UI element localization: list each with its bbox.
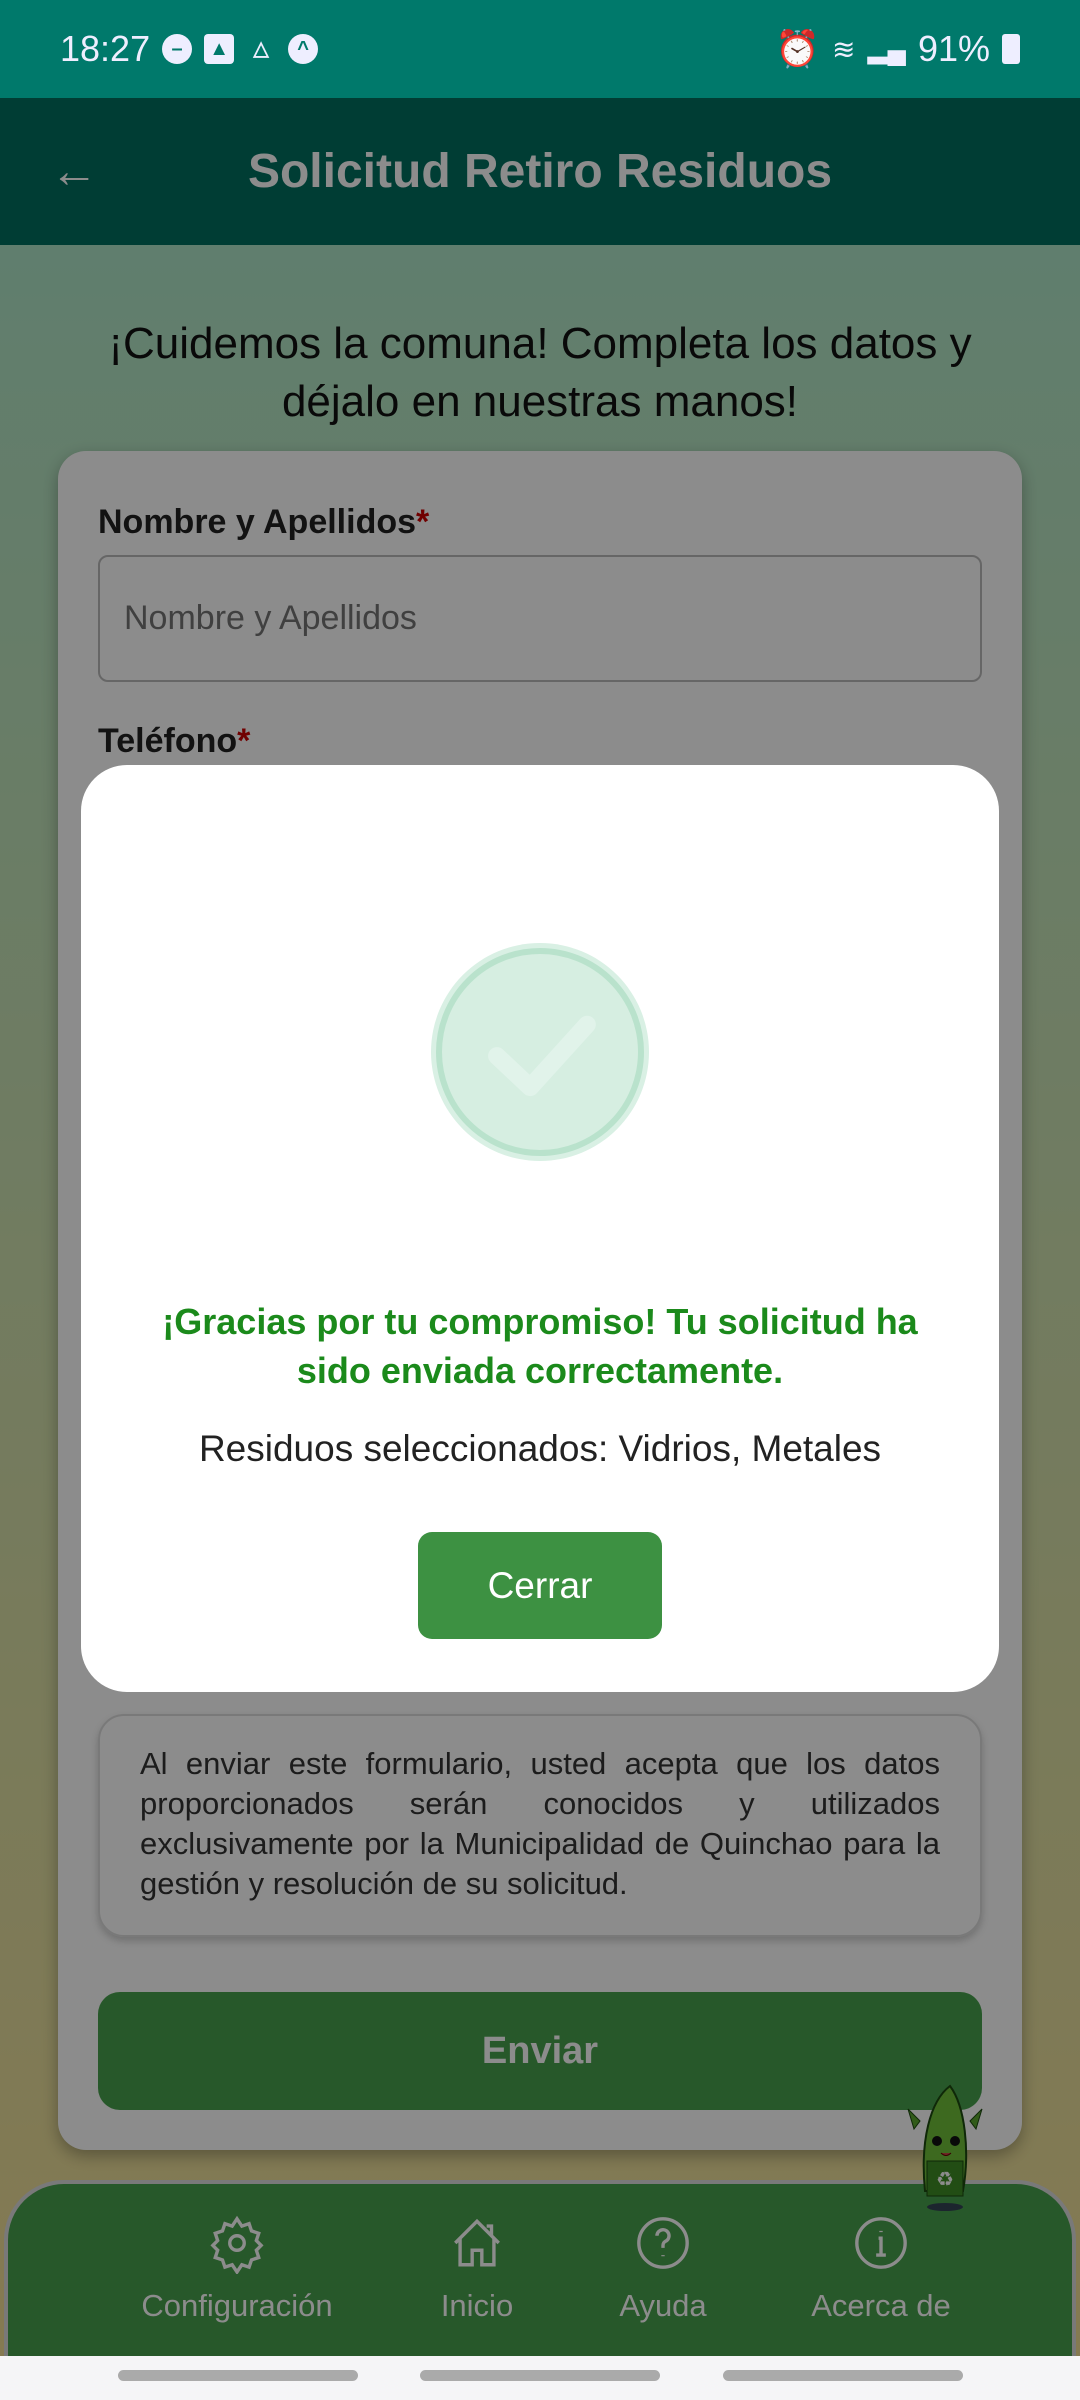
battery-icon — [1002, 34, 1020, 64]
success-dialog: ¡Gracias por tu compromiso! Tu solicitud… — [81, 765, 999, 1692]
signal-icon: ▂▄ — [867, 33, 906, 64]
nav-recents[interactable] — [118, 2370, 358, 2381]
close-button[interactable]: Cerrar — [418, 1532, 662, 1639]
wifi-icon: ≋ — [832, 33, 856, 65]
gesture-bar — [0, 2356, 1080, 2400]
alarm-icon: ⏰ — [775, 28, 821, 69]
success-check-icon — [436, 948, 644, 1156]
status-bar: 18:27 – ▲ △ ^ ⏰ ≋ ▂▄ 91% — [0, 0, 1080, 98]
selected-waste-text: Residuos seleccionados: Vidrios, Metales — [198, 1428, 882, 1469]
success-message: ¡Gracias por tu compromiso! Tu solicitud… — [162, 1301, 918, 1391]
battery-percent: 91% — [917, 28, 990, 69]
drive-icon: △ — [253, 38, 269, 60]
dnd-icon: – — [162, 34, 193, 64]
status-time: 18:27 — [60, 28, 151, 69]
app-icon: ^ — [288, 34, 319, 64]
nav-back[interactable] — [723, 2370, 963, 2381]
nav-home[interactable] — [420, 2370, 660, 2381]
gallery-icon: ▲ — [204, 34, 235, 64]
